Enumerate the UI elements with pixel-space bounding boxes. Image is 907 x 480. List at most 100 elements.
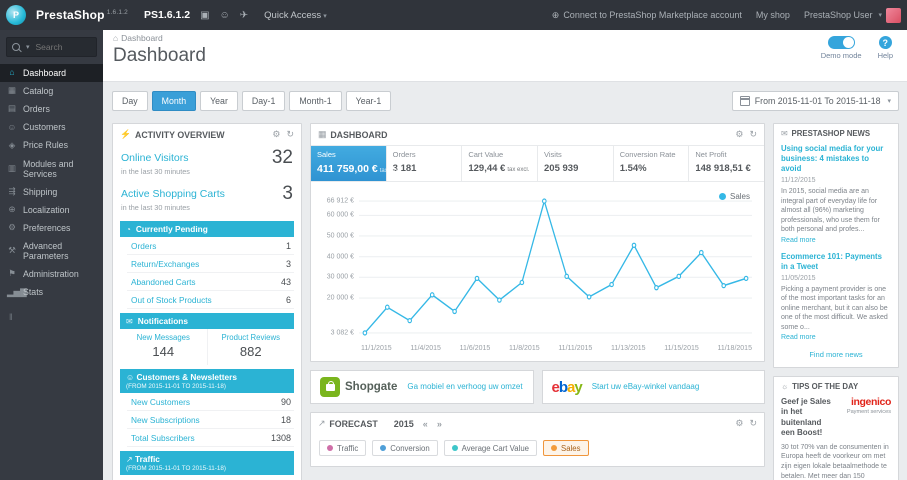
article-body: In 2015, social media are an integral pa…	[781, 188, 880, 234]
active-carts-link[interactable]: Active Shopping Carts	[121, 188, 225, 200]
filter-year-button[interactable]: Year	[200, 91, 238, 111]
gear-icon[interactable]: ⚙	[735, 418, 743, 429]
gear-icon[interactable]: ⚙	[272, 129, 280, 140]
pending-row-link[interactable]: Out of Stock Products	[131, 295, 212, 305]
refresh-icon[interactable]: ↻	[749, 129, 757, 140]
pending-row-value: 43	[280, 276, 291, 287]
sidebar-item-stats[interactable]: ▂▅▇ Stats	[0, 283, 103, 301]
chevron-down-icon: ▾	[878, 12, 882, 19]
read-more-link[interactable]: Read more	[781, 334, 891, 341]
search-input[interactable]	[33, 41, 98, 53]
sidebar-item-modules[interactable]: ▥ Modules and Services	[0, 155, 103, 183]
y-axis-label: 50 000 €	[326, 232, 354, 240]
date-filter-bar: Day Month Year Day-1 Month-1 Year-1 From…	[112, 91, 899, 111]
gear-icon[interactable]: ⚙	[735, 129, 743, 140]
demo-mode-toggle[interactable]	[827, 36, 855, 49]
kpi-visits-tab[interactable]: Visits 205 939	[538, 146, 614, 181]
user-avatar	[886, 7, 901, 23]
kpi-sales-tab[interactable]: Sales 411 759,00 € tax excl.	[311, 146, 402, 181]
user-menu[interactable]: PrestaShop User ▾	[804, 7, 901, 23]
forecast-year[interactable]: 2015	[394, 419, 414, 429]
trend-icon: ↗	[126, 455, 133, 464]
breadcrumb[interactable]: ⌂ Dashboard	[113, 33, 907, 43]
y-axis-label: 60 000 €	[326, 211, 354, 219]
active-carts-subtext: in the last 30 minutes	[121, 203, 190, 212]
filter-day-1-button[interactable]: Day-1	[241, 91, 286, 111]
active-carts-value: 3	[282, 183, 293, 204]
article-date: 11/05/2015	[781, 274, 816, 282]
sidebar-item-customers[interactable]: ☺ Customers	[0, 118, 103, 136]
customers-row-link[interactable]: New Customers	[131, 397, 190, 407]
search-icon	[12, 43, 20, 51]
filter-day-button[interactable]: Day	[112, 91, 148, 111]
date-range-picker[interactable]: From 2015-11-01 To 2015-11-18 ▾	[731, 91, 899, 111]
pending-row-link[interactable]: Return/Exchanges	[131, 259, 199, 269]
legend-sales-toggle[interactable]: Sales	[543, 440, 589, 456]
customers-row-link[interactable]: Total Subscribers	[131, 433, 195, 443]
kpi-cart-value-tab[interactable]: Cart Value 129,44 € tax excl.	[462, 146, 539, 181]
help-icon[interactable]: ?	[878, 36, 892, 49]
filter-month-button[interactable]: Month	[151, 91, 197, 111]
sidebar-item-preferences[interactable]: ⚙ Preferences	[0, 219, 103, 237]
sidebar-search[interactable]: ▾	[6, 37, 98, 57]
pending-row-link[interactable]: Orders	[131, 241, 156, 251]
customers-row-link[interactable]: New Subscriptions	[131, 415, 200, 425]
online-visitors-link[interactable]: Online Visitors	[121, 152, 189, 164]
new-messages-cell[interactable]: New Messages 144	[120, 329, 207, 365]
currently-pending-header: ◔ Currently Pending	[120, 221, 294, 237]
panel-title: TIPS OF THE DAY	[792, 382, 859, 391]
kpi-orders-tab[interactable]: Orders 3 181	[387, 146, 463, 181]
x-axis-label: 11/8/2015	[508, 345, 540, 352]
quick-access-menu[interactable]: Quick Access ▾	[264, 10, 327, 21]
ebay-ad[interactable]: ebay Start uw eBay-winkel vandaag	[541, 370, 765, 404]
product-reviews-cell[interactable]: Product Reviews 882	[206, 329, 295, 365]
shopgate-ad[interactable]: Shopgate Ga mobiel en verhoog uw omzet	[310, 370, 534, 404]
notifications-header: ✉ Notifications	[120, 313, 294, 329]
kpi-conversion-tab[interactable]: Conversion Rate 1.54%	[614, 146, 690, 181]
pending-row-link[interactable]: Abandoned Carts	[131, 277, 196, 287]
sidebar-item-orders[interactable]: ▤ Orders	[0, 100, 103, 118]
sidebar-item-shipping[interactable]: ⇶ Shipping	[0, 183, 103, 201]
x-axis-label: 11/4/2015	[410, 345, 441, 352]
legend-conversion-toggle[interactable]: Conversion	[372, 440, 438, 456]
sidebar-item-localization[interactable]: ⊕ Localization	[0, 201, 103, 219]
sidebar-item-administration[interactable]: ⚑ Administration	[0, 265, 103, 283]
search-type-chevron-icon[interactable]: ▾	[26, 43, 30, 51]
article-title-link[interactable]: Using social media for your business: 4 …	[781, 144, 891, 174]
sidebar-item-catalog[interactable]: ▦ Catalog	[0, 82, 103, 100]
read-more-link[interactable]: Read more	[781, 237, 891, 244]
legend-dot-icon	[718, 193, 726, 200]
refresh-icon[interactable]: ↻	[749, 418, 757, 429]
refresh-icon[interactable]: ↻	[286, 129, 294, 140]
shop-name-link[interactable]: PS1.6.1.2	[144, 9, 190, 21]
chart-plot-area[interactable]: Sales	[359, 192, 752, 342]
sidebar-item-price-rules[interactable]: ◈ Price Rules	[0, 136, 103, 154]
user-icon[interactable]: ☺	[220, 10, 230, 21]
cart-icon[interactable]: ▣	[200, 10, 209, 21]
collapse-sidebar-button[interactable]: ‖	[0, 302, 103, 332]
sidebar-item-dashboard[interactable]: ⌂ Dashboard	[0, 64, 103, 83]
plane-icon[interactable]: ✈	[240, 10, 248, 21]
chart-legend[interactable]: Sales	[718, 192, 750, 201]
calendar-icon	[739, 96, 750, 106]
my-shop-link[interactable]: My shop	[756, 10, 790, 20]
kpi-net-profit-tab[interactable]: Net Profit 148 918,51 €	[689, 146, 764, 181]
pending-row: Out of Stock Products 6	[127, 291, 294, 309]
next-year-button[interactable]: »	[437, 419, 442, 429]
legend-avg-cart-toggle[interactable]: Average Cart Value	[443, 440, 537, 456]
customers-row-value: 1308	[270, 432, 291, 443]
customers-row-value: 18	[280, 414, 291, 425]
filter-year-1-button[interactable]: Year-1	[345, 91, 392, 111]
ebay-link[interactable]: Start uw eBay-winkel vandaag	[592, 382, 700, 392]
filter-month-1-button[interactable]: Month-1	[289, 91, 342, 111]
find-more-news-link[interactable]: Find more news	[774, 348, 898, 367]
article-title-link[interactable]: Ecommerce 101: Payments in a Tweet	[781, 252, 891, 272]
shopgate-link[interactable]: Ga mobiel en verhoog uw omzet	[407, 382, 522, 392]
sidebar-item-advanced-parameters[interactable]: ⚒ Advanced Parameters	[0, 237, 103, 265]
prev-year-button[interactable]: «	[423, 419, 428, 429]
prestashop-logo[interactable]: P	[6, 5, 26, 25]
marketplace-connect-link[interactable]: ⊕ Connect to PrestaShop Marketplace accou…	[552, 10, 742, 21]
modules-icon: ▥	[7, 162, 17, 173]
legend-traffic-toggle[interactable]: Traffic	[319, 440, 367, 456]
kpi-tabs: Sales 411 759,00 € tax excl. Orders 3 181 C…	[311, 145, 764, 182]
